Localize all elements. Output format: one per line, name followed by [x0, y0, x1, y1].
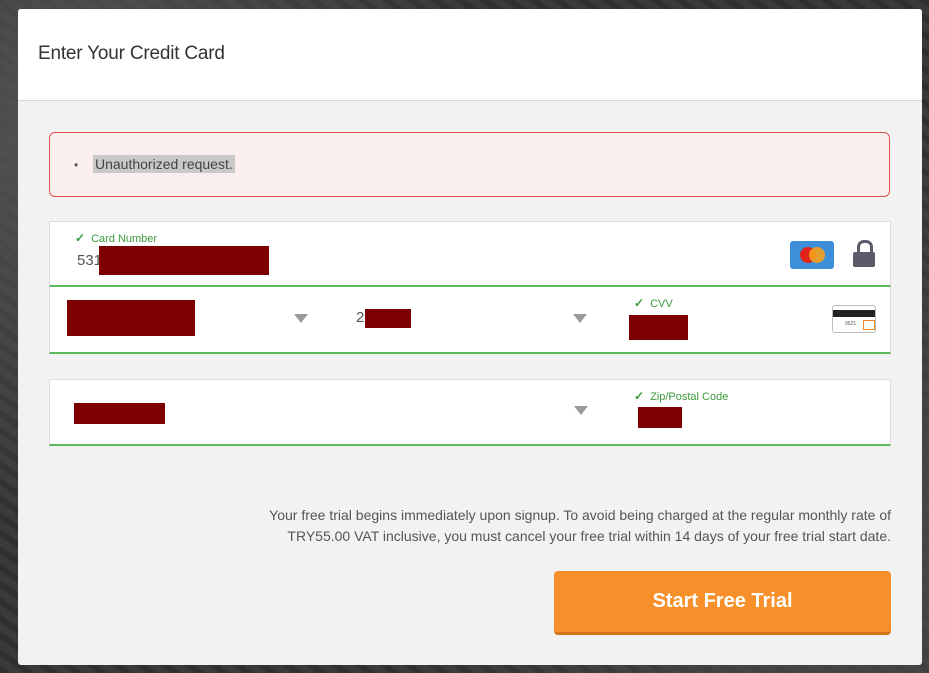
trial-disclaimer: Your free trial begins immediately upon …	[131, 505, 891, 547]
check-icon: ✓	[75, 231, 86, 245]
card-number-label: ✓ Card Number	[75, 231, 158, 245]
check-icon: ✓	[634, 296, 645, 310]
redaction	[99, 246, 269, 275]
expiry-cvv-row: 2 ✓ CVV 9521	[49, 287, 891, 354]
mastercard-icon	[790, 241, 834, 269]
country-select[interactable]	[49, 379, 611, 446]
redaction	[67, 300, 195, 336]
redaction	[74, 403, 165, 424]
card-number-field[interactable]: ✓ Card Number 531	[49, 221, 891, 287]
error-message: Unauthorized request.	[93, 155, 235, 173]
error-alert: • Unauthorized request.	[49, 132, 890, 197]
cvv-card-icon: 9521	[832, 305, 876, 333]
chevron-down-icon	[573, 314, 587, 323]
modal-header: Enter Your Credit Card	[18, 9, 922, 101]
check-icon: ✓	[634, 389, 645, 403]
zip-field[interactable]: ✓ Zip/Postal Code	[610, 379, 891, 446]
country-zip-row: ✓ Zip/Postal Code	[49, 379, 891, 446]
modal-title: Enter Your Credit Card	[38, 43, 225, 64]
disclaimer-line-1: Your free trial begins immediately upon …	[269, 507, 891, 523]
zip-label: ✓ Zip/Postal Code	[634, 389, 729, 403]
redaction	[638, 407, 682, 428]
chevron-down-icon	[574, 406, 588, 415]
expiry-year-select[interactable]: 2	[330, 287, 611, 354]
disclaimer-line-2: TRY55.00 VAT inclusive, you must cancel …	[287, 528, 891, 544]
start-free-trial-button[interactable]: Start Free Trial	[554, 571, 891, 635]
credit-card-modal: Enter Your Credit Card • Unauthorized re…	[18, 9, 922, 665]
chevron-down-icon	[294, 314, 308, 323]
redaction	[629, 315, 688, 340]
expiry-year-value: 2	[356, 309, 365, 326]
cvv-field[interactable]: ✓ CVV 9521	[610, 287, 891, 354]
cvv-label: ✓ CVV	[634, 296, 673, 310]
bullet: •	[74, 158, 79, 172]
lock-icon	[853, 240, 875, 268]
redaction	[365, 309, 411, 328]
expiry-month-select[interactable]	[49, 287, 331, 354]
